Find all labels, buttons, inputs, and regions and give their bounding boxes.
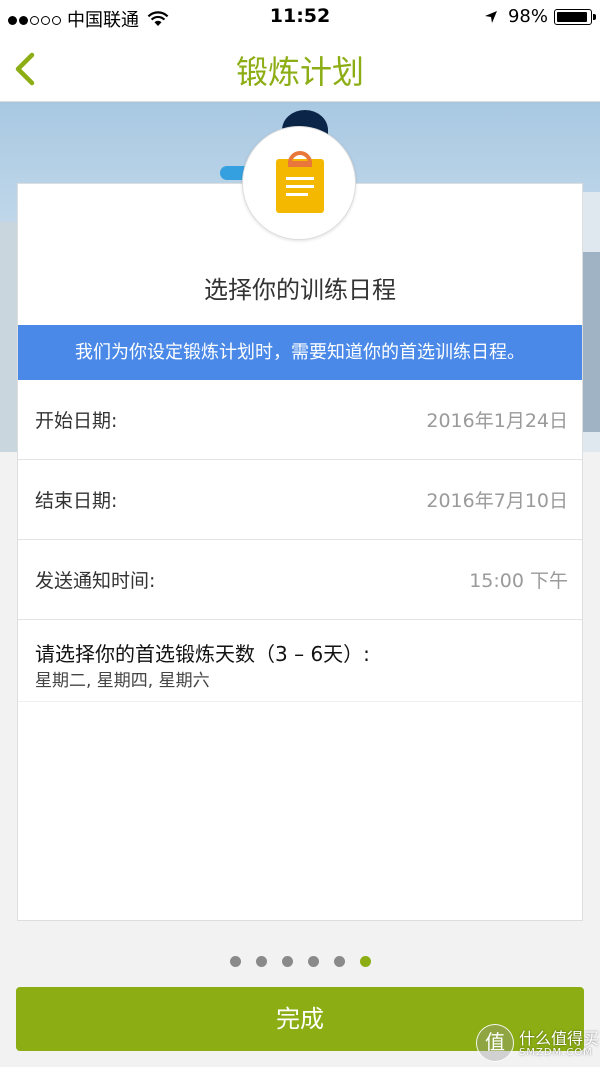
navigation-bar: 锻炼计划	[0, 34, 600, 102]
card-title: 选择你的训练日程	[204, 276, 396, 304]
end-date-value: 2016年7月10日	[426, 490, 568, 512]
notification-time-label: 发送通知时间:	[35, 570, 156, 592]
page-dot-active	[359, 956, 371, 967]
watermark-text: 什么值得买	[519, 1029, 600, 1048]
battery-percent: 98%	[507, 6, 548, 27]
page-indicator	[0, 956, 600, 967]
site-watermark: 值 什么值得买 SMZDM.COM	[476, 1022, 600, 1067]
clipboard-icon	[276, 151, 324, 213]
page-title: 锻炼计划	[235, 53, 364, 91]
notification-time-row[interactable]: 发送通知时间: 15:00 下午	[18, 540, 582, 620]
start-date-label: 开始日期:	[35, 410, 118, 432]
watermark-domain: SMZDM.COM	[519, 1047, 593, 1058]
battery-icon	[554, 8, 596, 25]
end-date-label: 结束日期:	[35, 490, 118, 512]
page-dot	[255, 956, 267, 967]
page-dot	[333, 956, 345, 967]
training-days-value: 星期二, 星期四, 星期六	[35, 671, 210, 691]
page-dot	[229, 956, 241, 967]
end-date-row[interactable]: 结束日期: 2016年7月10日	[18, 460, 582, 540]
clipboard-icon-badge	[242, 126, 356, 240]
info-banner: 我们为你设定锻炼计划时，需要知道你的首选训练日程。	[18, 325, 582, 380]
start-date-row[interactable]: 开始日期: 2016年1月24日	[18, 380, 582, 460]
training-days-label: 请选择你的首选锻炼天数（3 – 6天）:	[35, 642, 370, 666]
status-bar: 中国联通 11:52 98%	[0, 0, 600, 34]
schedule-card: 选择你的训练日程 我们为你设定锻炼计划时，需要知道你的首选训练日程。 开始日期:…	[17, 183, 583, 921]
training-days-row[interactable]: 请选择你的首选锻炼天数（3 – 6天）: 星期二, 星期四, 星期六	[18, 620, 582, 702]
status-right: 98%	[484, 6, 596, 27]
page-dot	[281, 956, 293, 967]
watermark-logo-icon: 值	[476, 1024, 514, 1062]
page-dot	[307, 956, 319, 967]
notification-time-value: 15:00 下午	[469, 570, 568, 592]
location-arrow-icon	[484, 10, 497, 23]
start-date-value: 2016年1月24日	[426, 410, 568, 432]
